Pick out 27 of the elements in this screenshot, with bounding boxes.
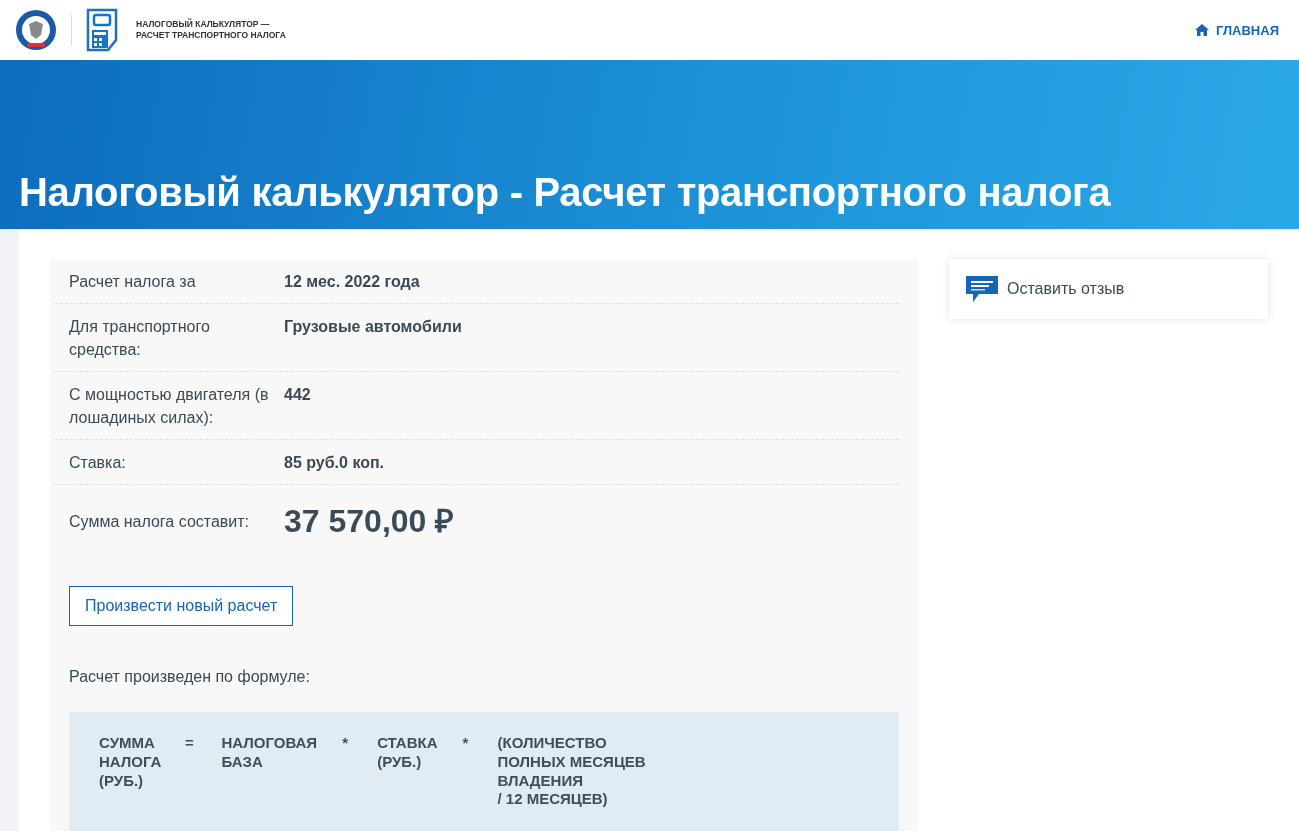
home-link[interactable]: ГЛАВНАЯ: [1194, 22, 1279, 38]
field-label: Ставка:: [69, 452, 127, 473]
formula-term: СУММА НАЛОГА (РУБ.): [99, 734, 162, 791]
field-value: 85 руб.0 коп.: [284, 452, 385, 473]
formula-term: НАЛОГОВАЯ БАЗА: [221, 734, 318, 772]
emblem-icon[interactable]: [15, 9, 57, 51]
home-icon: [1194, 24, 1209, 36]
formula-operator: *: [461, 734, 470, 754]
field-label: С мощностью двигателя (в лошадиных силах):: [69, 385, 270, 428]
feedback-link[interactable]: Оставить отзыв: [949, 259, 1268, 319]
field-value: Грузовые автомобили: [284, 317, 462, 338]
formula-operator: *: [341, 734, 350, 754]
tax-amount: 37 570,00 ₽: [284, 502, 455, 542]
formula-term: (КОЛИЧЕСТВО ПОЛНЫХ МЕСЯЦЕВ ВЛАДЕНИЯ / 12 МЕСЯЦЕВ): [497, 734, 646, 810]
field-value: 12 мес. 2022 года: [284, 272, 420, 292]
formula-term: СТАВКА (РУБ.): [377, 734, 438, 772]
calculator-document-icon: [86, 8, 120, 52]
logo-text: НАЛОГОВЫЙ КАЛЬКУЛЯТОР — РАСЧЕТ ТРАНСПОРТНОГО НАЛОГА: [136, 18, 286, 42]
new-calculation-button[interactable]: Произвести новый расчет: [69, 586, 294, 627]
field-label: Сумма налога составит:: [69, 511, 251, 532]
formula-operator: =: [184, 734, 195, 754]
field-label: Для транспортного средства:: [69, 317, 211, 360]
formula-caption: Расчет произведен по формуле:: [69, 668, 311, 687]
field-label: Расчет налога за: [69, 272, 197, 292]
page-title: Налоговый калькулятор - Расчет транспортного налога: [19, 170, 1111, 215]
field-value: 442: [284, 385, 311, 406]
chat-bubble-icon: [965, 275, 999, 303]
